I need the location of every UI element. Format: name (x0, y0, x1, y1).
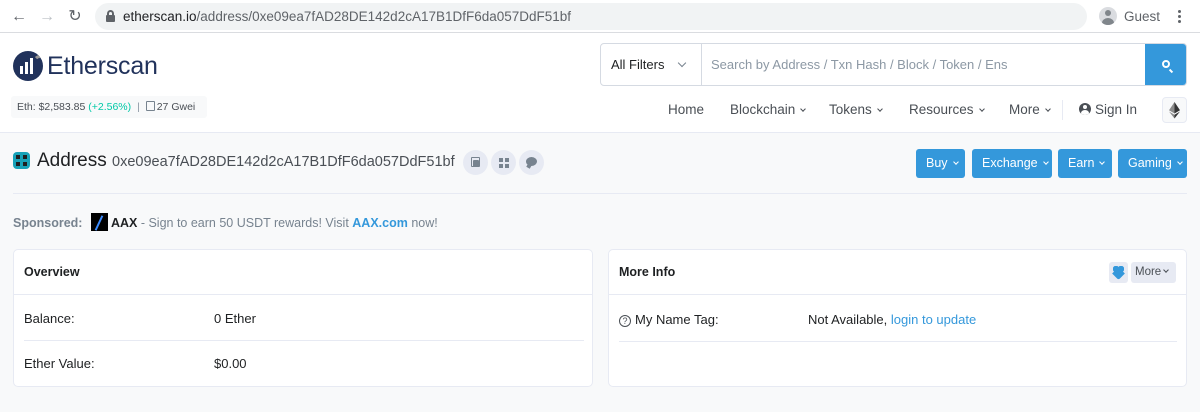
chevron-down-icon (952, 159, 959, 165)
back-arrow-icon[interactable]: ← (8, 6, 30, 28)
earn-button-label: Earn (1068, 156, 1095, 170)
ethereum-icon (1169, 102, 1180, 119)
name-tag-label: My Name Tag: (635, 312, 719, 327)
search-filter-select[interactable]: All Filters (601, 44, 702, 85)
chevron-down-icon (1099, 159, 1106, 165)
logo-text[interactable]: Etherscan (47, 52, 158, 81)
gaming-button[interactable]: Gaming (1118, 149, 1187, 178)
nav-divider (1062, 100, 1063, 120)
nav-sign-in[interactable]: Sign In (1079, 95, 1137, 125)
chevron-down-icon (1163, 267, 1170, 273)
name-tag-row: ? My Name Tag: (619, 312, 719, 327)
nav-tokens[interactable]: Tokens (829, 95, 883, 125)
sponsor-brand[interactable]: AAX (111, 216, 137, 230)
profile-name: Guest (1124, 9, 1161, 24)
row-divider (24, 340, 584, 341)
buy-button[interactable]: Buy (916, 149, 965, 178)
nav-resources-label: Resources (909, 102, 974, 117)
avatar-icon (1099, 7, 1117, 25)
qr-code-icon[interactable] (491, 150, 516, 175)
search-filter-label: All Filters (611, 57, 665, 72)
nav-blockchain[interactable]: Blockchain (730, 95, 807, 125)
nav-tokens-label: Tokens (829, 102, 872, 117)
chevron-down-icon (800, 106, 807, 112)
gas-price[interactable]: 27 Gwei (157, 101, 196, 113)
sponsored-banner: Sponsored: AAX - Sign to earn 50 USDT re… (13, 213, 438, 231)
overview-card: Overview Balance: 0 Ether Ether Value: $… (13, 249, 593, 387)
balance-value: 0 Ether (214, 311, 256, 326)
more-button-label: More (1135, 266, 1162, 278)
nav-sign-in-label: Sign In (1095, 102, 1138, 117)
search-bar: All Filters (600, 43, 1187, 86)
question-circle-icon[interactable]: ? (619, 315, 631, 327)
url-text[interactable]: etherscan.io/address/0xe09ea7fAD28DE142d… (123, 9, 571, 24)
url-path: /address/0xe09ea7fAD28DE142d2cA17B1DfF6d… (196, 9, 572, 24)
sponsor-text: - Sign to earn 50 USDT rewards! Visit (140, 216, 349, 230)
ether-value: $0.00 (214, 356, 247, 371)
name-tag-value: Not Available, (808, 312, 888, 327)
etherscan-logo-icon[interactable] (13, 51, 43, 81)
heart-icon[interactable] (1109, 262, 1128, 283)
chevron-down-icon (677, 58, 687, 68)
nav-blockchain-label: Blockchain (730, 102, 796, 117)
nav-more[interactable]: More (1009, 95, 1051, 125)
balance-label: Balance: (24, 311, 75, 326)
search-button[interactable] (1145, 44, 1186, 85)
user-circle-icon (1079, 103, 1091, 115)
chevron-down-icon (1042, 159, 1049, 165)
exchange-button[interactable]: Exchange (972, 149, 1052, 178)
search-icon (1162, 60, 1170, 68)
nav-more-label: More (1009, 102, 1040, 117)
page-title: Address (37, 150, 107, 171)
search-input[interactable] (703, 44, 1145, 85)
price-separator: | (137, 101, 140, 113)
chevron-down-icon (1176, 159, 1183, 165)
profile-button[interactable]: Guest (1096, 3, 1164, 30)
eth-price-bar: Eth: $2,583.85 (+2.56%) | 27 Gwei (11, 96, 207, 118)
row-divider (619, 341, 1177, 342)
gas-pump-icon (145, 101, 155, 111)
earn-button[interactable]: Earn (1058, 149, 1112, 178)
network-switch-button[interactable] (1162, 97, 1187, 123)
sponsor-suffix: now! (411, 216, 438, 230)
url-domain: etherscan.io (123, 9, 197, 24)
browser-toolbar: ← → ↻ etherscan.io/address/0xe09ea7fAD28… (0, 0, 1200, 33)
site-header: Etherscan Eth: $2,583.85 (+2.56%) | 27 G… (0, 33, 1200, 133)
address-bar[interactable]: etherscan.io/address/0xe09ea7fAD28DE142d… (95, 3, 1087, 30)
reload-icon[interactable]: ↻ (64, 6, 86, 28)
exchange-button-label: Exchange (982, 156, 1038, 170)
aax-logo-icon[interactable] (90, 213, 108, 231)
more-info-card-title: More Info (609, 250, 1186, 295)
forward-arrow-icon[interactable]: → (36, 6, 58, 28)
comment-icon[interactable] (519, 150, 544, 175)
ether-value-label: Ether Value: (24, 356, 95, 371)
heading-divider (13, 193, 1187, 194)
nav-home-label: Home (668, 102, 705, 117)
login-to-update-link[interactable]: login to update (891, 312, 976, 327)
chevron-down-icon (1044, 106, 1051, 112)
overview-card-title: Overview (14, 250, 592, 295)
chevron-down-icon (978, 106, 985, 112)
more-dropdown-button[interactable]: More (1131, 262, 1176, 283)
buy-button-label: Buy (926, 156, 948, 170)
nav-resources[interactable]: Resources (909, 95, 985, 125)
sponsored-label: Sponsored: (13, 216, 83, 230)
nav-home[interactable]: Home (668, 95, 704, 125)
lock-icon (106, 10, 115, 22)
eth-price: Eth: $2,583.85 (17, 101, 86, 113)
gaming-button-label: Gaming (1128, 156, 1172, 170)
eth-price-change: (+2.56%) (88, 101, 132, 113)
sponsor-link[interactable]: AAX.com (352, 216, 408, 230)
name-tag-value-row: Not Available, login to update (808, 312, 976, 327)
chevron-down-icon (876, 106, 883, 112)
more-info-card: More Info More ? My Name Tag: Not Availab… (608, 249, 1187, 387)
copy-icon[interactable] (463, 150, 488, 175)
browser-menu-icon[interactable] (1172, 6, 1188, 28)
address-hash: 0xe09ea7fAD28DE142d2cA17B1DfF6da057DdF51… (112, 154, 455, 170)
address-avatar-icon (13, 152, 30, 169)
